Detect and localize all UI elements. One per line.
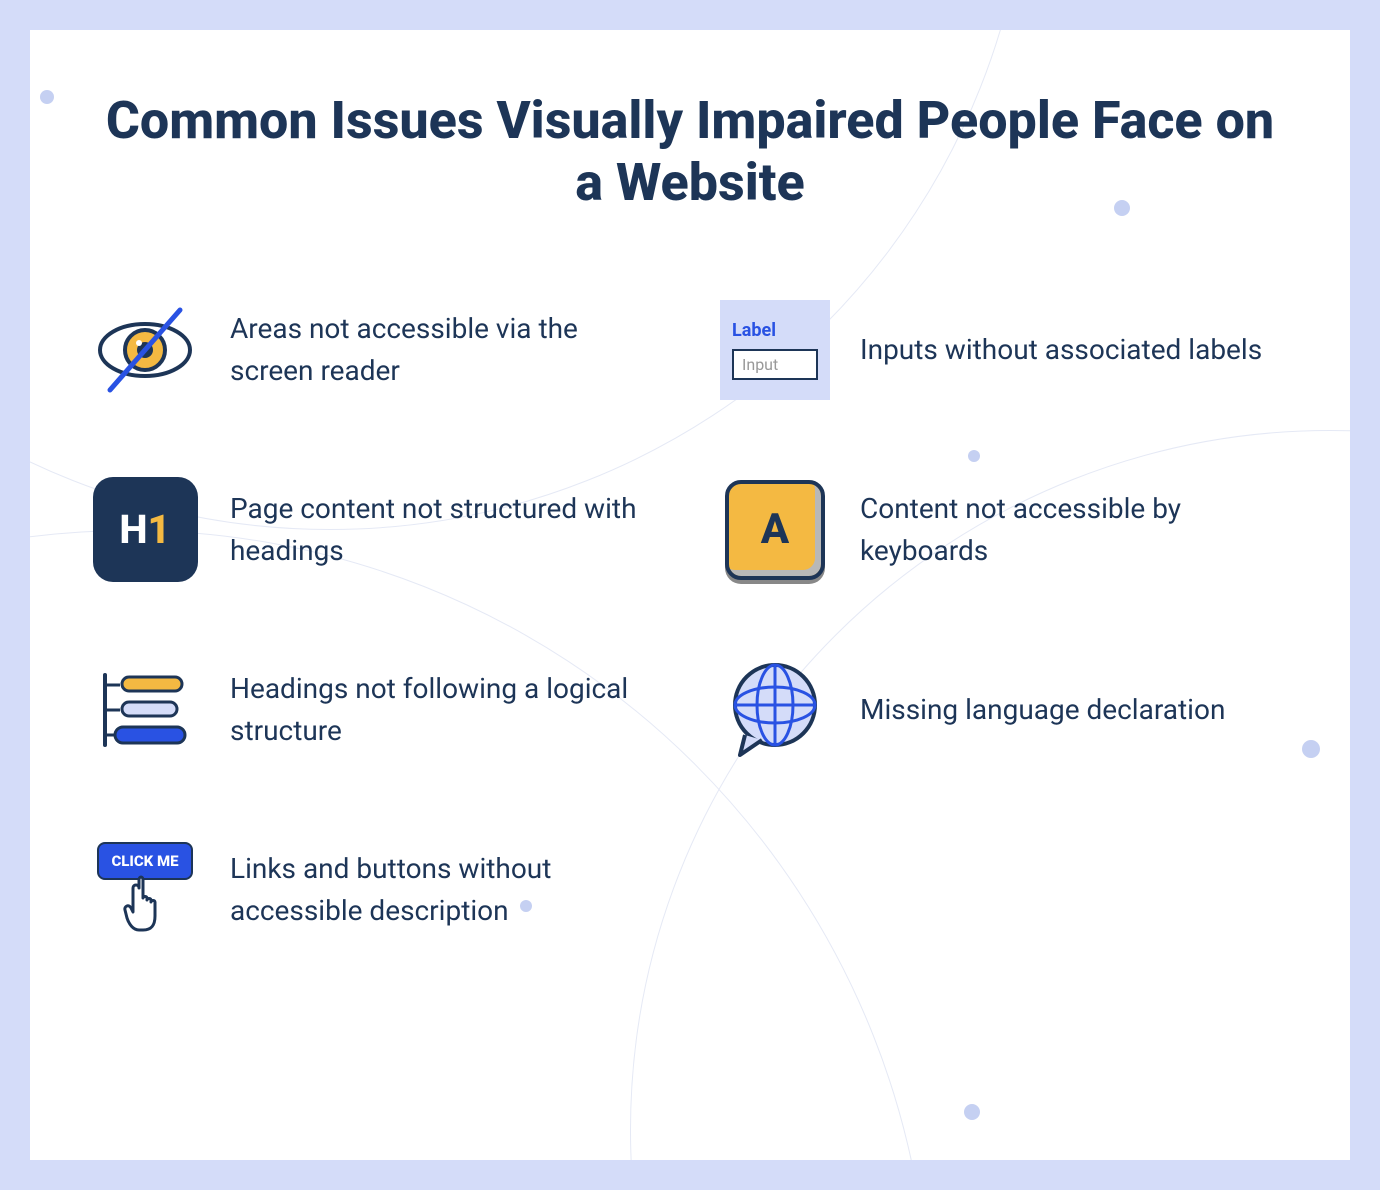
issues-grid: Areas not accessible via the screen read… bbox=[90, 295, 1290, 945]
click-pointer-icon: CLICK ME bbox=[90, 835, 200, 945]
issue-item-keyboard: A Content not accessible by keyboards bbox=[720, 475, 1290, 585]
issue-item-links-buttons: CLICK ME Links and buttons without acces… bbox=[90, 835, 660, 945]
badge-number-1: 1 bbox=[148, 506, 171, 553]
key-letter: A bbox=[725, 480, 825, 580]
issue-text: Inputs without associated labels bbox=[860, 329, 1262, 371]
issue-text: Content not accessible by keyboards bbox=[860, 488, 1290, 572]
issue-text: Missing language declaration bbox=[860, 689, 1225, 731]
issue-text: Headings not following a logical structu… bbox=[230, 668, 660, 752]
heading-levels-icon bbox=[90, 655, 200, 765]
infographic-card: Common Issues Visually Impaired People F… bbox=[30, 30, 1350, 1160]
keyboard-key-icon: A bbox=[720, 475, 830, 585]
label-input-icon: Label Input bbox=[720, 295, 830, 405]
issue-item-screen-reader: Areas not accessible via the screen read… bbox=[90, 295, 660, 405]
input-placeholder: Input bbox=[732, 349, 818, 380]
decorative-dot bbox=[40, 90, 54, 104]
decorative-dot bbox=[964, 1104, 980, 1120]
decorative-dot bbox=[1302, 740, 1320, 758]
issue-item-heading-structure: Headings not following a logical structu… bbox=[90, 655, 660, 765]
label-text: Label bbox=[732, 320, 818, 341]
issue-item-input-labels: Label Input Inputs without associated la… bbox=[720, 295, 1290, 405]
issue-text: Areas not accessible via the screen read… bbox=[230, 308, 660, 392]
issue-item-headings: H1 Page content not structured with head… bbox=[90, 475, 660, 585]
h1-badge-icon: H1 bbox=[90, 475, 200, 585]
issue-text: Page content not structured with heading… bbox=[230, 488, 660, 572]
page-title: Common Issues Visually Impaired People F… bbox=[90, 90, 1290, 215]
issue-text: Links and buttons without accessible des… bbox=[230, 848, 660, 932]
issue-item-language: Missing language declaration bbox=[720, 655, 1290, 765]
badge-letter-h: H bbox=[119, 506, 147, 553]
globe-icon bbox=[720, 655, 830, 765]
eye-slash-icon bbox=[90, 295, 200, 405]
